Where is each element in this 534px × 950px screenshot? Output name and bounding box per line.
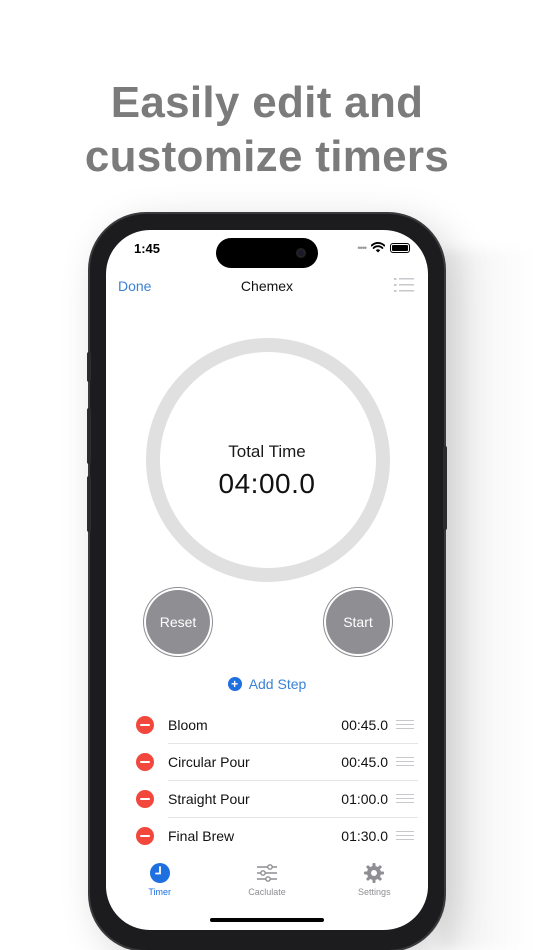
- step-time[interactable]: 01:00.0: [341, 791, 388, 807]
- volume-up-button: [87, 408, 91, 464]
- power-button: [443, 446, 447, 530]
- step-name[interactable]: Straight Pour: [168, 791, 341, 807]
- tab-calculate-label: Caclulate: [248, 887, 286, 897]
- reorder-handle-icon[interactable]: [396, 830, 414, 841]
- step-name[interactable]: Circular Pour: [168, 754, 341, 770]
- step-row: Final Brew 01:30.0: [134, 817, 418, 854]
- delete-step-icon[interactable]: [136, 715, 154, 734]
- home-indicator[interactable]: [210, 918, 324, 922]
- dynamic-island: [216, 238, 318, 268]
- mute-switch: [87, 352, 91, 382]
- plus-circle-icon: +: [227, 677, 242, 691]
- add-step-button[interactable]: + Add Step: [106, 676, 428, 692]
- nav-title: Chemex: [240, 278, 294, 294]
- tab-calculate[interactable]: Caclulate: [213, 862, 320, 906]
- step-name[interactable]: Final Brew: [168, 828, 341, 844]
- wifi-icon: [371, 242, 385, 253]
- total-time-label: Total Time: [228, 442, 306, 461]
- reset-button[interactable]: Reset: [146, 590, 210, 654]
- step-row: Circular Pour 00:45.0: [134, 743, 418, 780]
- steps-list: Bloom 00:45.0 Circular Pour 00:45.0 Stra…: [134, 706, 418, 854]
- gear-icon: [364, 863, 385, 883]
- battery-icon: [390, 242, 410, 253]
- delete-step-icon[interactable]: [136, 789, 154, 808]
- add-step-label: Add Step: [248, 676, 307, 692]
- tab-timer[interactable]: Timer: [106, 862, 213, 906]
- volume-down-button: [87, 476, 91, 532]
- signal-icon: ••••: [357, 242, 367, 253]
- phone-screen: 1:45 •••• Chemex Done Total Time 04:00.0…: [106, 230, 428, 930]
- reorder-handle-icon[interactable]: [396, 756, 414, 767]
- step-time[interactable]: 00:45.0: [341, 754, 388, 770]
- done-button[interactable]: Done: [118, 278, 151, 294]
- tab-bar: Timer Caclulate Settings: [106, 862, 428, 906]
- total-time-value: 04:00.0: [218, 468, 316, 499]
- step-time[interactable]: 00:45.0: [341, 717, 388, 733]
- delete-step-icon[interactable]: [136, 826, 154, 845]
- step-time[interactable]: 01:30.0: [341, 828, 388, 844]
- headline-line-2: customize timers: [84, 132, 450, 181]
- list-icon[interactable]: [394, 278, 414, 292]
- headline-line-1: Easily edit and: [110, 78, 424, 127]
- marketing-headline: Easily edit and customize timers: [0, 76, 534, 184]
- camera-icon: [296, 248, 306, 258]
- reorder-handle-icon[interactable]: [396, 719, 414, 730]
- status-icons: ••••: [357, 242, 410, 253]
- step-row: Bloom 00:45.0: [134, 706, 418, 743]
- clock-icon: [149, 863, 170, 883]
- status-time: 1:45: [134, 241, 161, 256]
- tab-settings[interactable]: Settings: [321, 862, 428, 906]
- step-name[interactable]: Bloom: [168, 717, 341, 733]
- sliders-icon: [256, 864, 277, 882]
- start-button[interactable]: Start: [326, 590, 390, 654]
- reorder-handle-icon[interactable]: [396, 793, 414, 804]
- phone-shadow: [440, 250, 534, 950]
- tab-timer-label: Timer: [148, 887, 171, 897]
- delete-step-icon[interactable]: [136, 752, 154, 771]
- tab-settings-label: Settings: [358, 887, 391, 897]
- step-row: Straight Pour 01:00.0: [134, 780, 418, 817]
